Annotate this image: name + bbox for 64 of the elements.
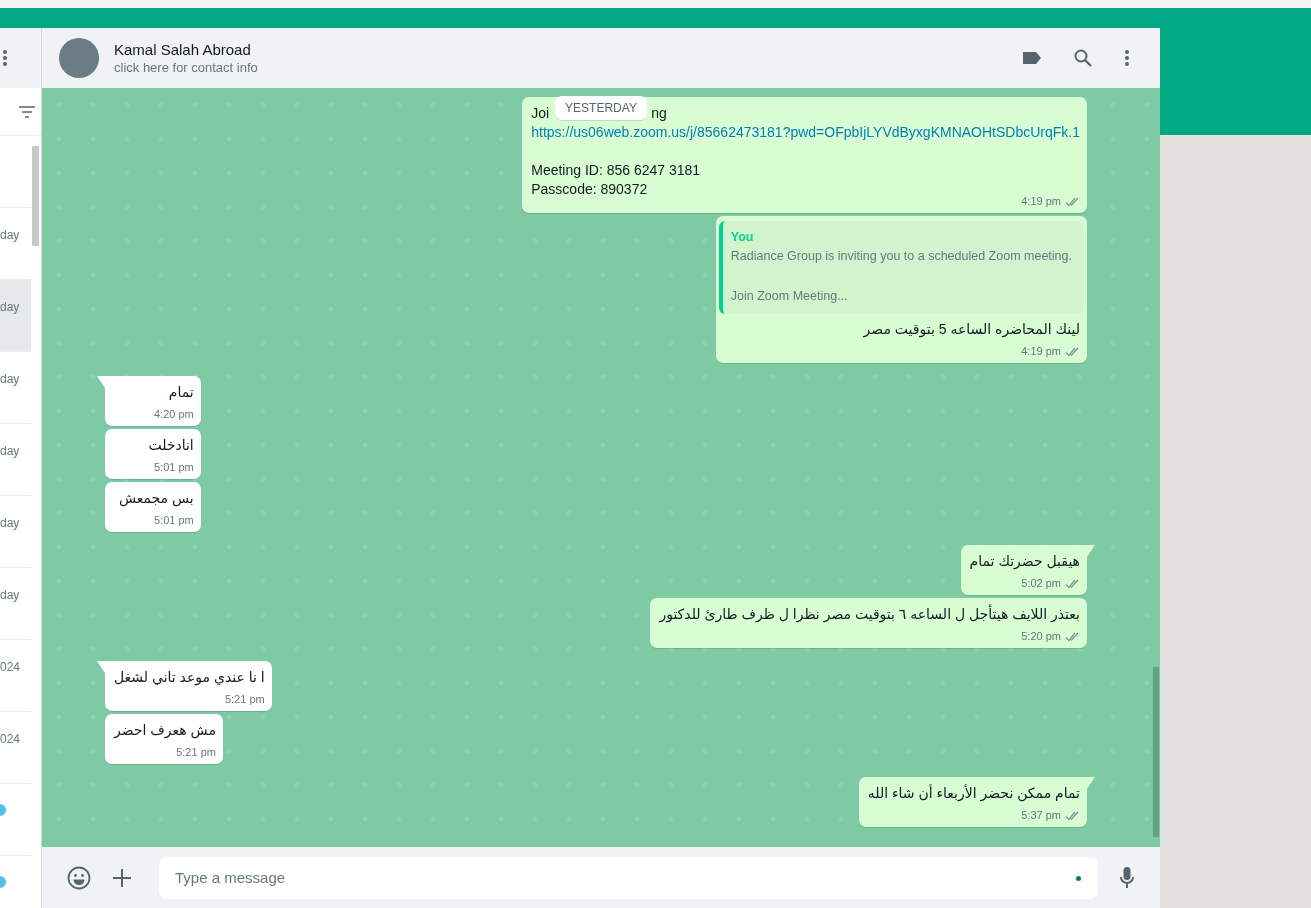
chat-list-item[interactable]: 024 — [0, 640, 31, 712]
chat-time: day — [0, 372, 20, 386]
message-text: بس مجمعش — [118, 490, 194, 506]
chat-time: day — [0, 300, 20, 314]
message-text: لينك المحاضره الساعه 5 بتوقيت مصر — [863, 321, 1080, 337]
menu-icon[interactable] — [1124, 49, 1130, 67]
chat-time: 024 — [0, 660, 21, 674]
avatar-photo-placeholder[interactable] — [59, 38, 99, 78]
message-text: انادخلت — [148, 437, 194, 453]
status-dot-icon — [1076, 875, 1081, 881]
message-time: 5:21 pm — [176, 746, 216, 758]
label-icon[interactable] — [1022, 51, 1042, 65]
filter-icon[interactable] — [19, 105, 35, 118]
bubble-tail — [97, 661, 105, 674]
message-text: Passcode: 890372 — [531, 181, 648, 197]
contact-info-hint[interactable]: click here for contact info — [114, 60, 1007, 75]
chat-list-item[interactable]: day — [0, 280, 31, 352]
message-time: 4:19 pm — [1021, 345, 1061, 357]
message-input[interactable]: Type a message — [159, 856, 1098, 899]
contact-name[interactable]: Kamal Salah Abroad — [114, 41, 1007, 58]
message-text: ا نا عندي موعد تاني لشغل — [114, 669, 265, 685]
quoted-message[interactable]: You Radiance Group is inviting you to a scheduled Zoom meeting. Join Zoom Meeting... — [718, 221, 1084, 314]
message-text: Joi — [531, 105, 550, 121]
message-text: تمام ممكن نحضر الأربعاء أن شاء الله — [867, 785, 1080, 801]
message-text: مش هعرف احضر — [114, 722, 216, 738]
message-time: 5:21 pm — [224, 693, 265, 705]
date-chip: YESTERDAY — [555, 96, 647, 120]
message-time: 5:02 pm — [1021, 577, 1061, 589]
chat-list-item[interactable]: day — [0, 568, 31, 640]
status-icon — [0, 876, 6, 888]
search-icon[interactable] — [1074, 49, 1092, 67]
message-time: 4:19 pm — [1021, 195, 1061, 207]
message-text: هيقبل حضرتك تمام — [969, 553, 1080, 569]
bubble-tail — [97, 376, 105, 389]
quote-author: You — [730, 229, 755, 246]
message-time: 5:20 pm — [1021, 630, 1061, 642]
chat-time: 024 — [0, 732, 21, 746]
message-time: 5:01 pm — [154, 514, 194, 526]
emoji-icon[interactable] — [67, 865, 91, 890]
scrollbar-thumb[interactable] — [1153, 667, 1159, 837]
message-text: تمام — [168, 384, 194, 400]
meeting-link[interactable]: https://us06web.zoom.us/j/85662473181?pwd=OFpbIjLYVdByxgKMNAOHtSDbcUrqFk.1 — [531, 124, 1080, 140]
message-time: 5:37 pm — [1021, 809, 1061, 821]
microphone-icon[interactable] — [1120, 866, 1134, 889]
chat-time: day — [0, 588, 20, 602]
chat-list-item[interactable]: day — [0, 496, 31, 568]
message-time: 4:20 pm — [154, 408, 194, 420]
bubble-tail — [1087, 777, 1095, 790]
chat-time: day — [0, 444, 20, 458]
chat-list-item[interactable]: day — [0, 352, 31, 424]
menu-icon[interactable] — [2, 49, 8, 67]
message-time: 5:01 pm — [154, 461, 194, 473]
chat-time: day — [0, 516, 20, 530]
scrollbar-thumb[interactable] — [32, 146, 39, 246]
chat-list-item[interactable]: day — [0, 424, 31, 496]
chat-time: day — [0, 228, 20, 242]
quote-text: Radiance Group is inviting you to a scheduled Zoom meeting. Join Zoom Meeting... — [730, 248, 1072, 305]
message-text: Meeting ID: 856 6247 3181 — [531, 162, 701, 178]
message-text: ng — [651, 105, 667, 121]
status-icon — [0, 804, 6, 816]
bubble-tail — [1087, 545, 1095, 558]
chat-list-item[interactable]: 024 — [0, 712, 31, 784]
message-text: بعتذر اللايف هيتأجل ل الساعه ٦ بتوقيت مصر نظرا ل ظرف طارئ للدكتور — [659, 606, 1080, 622]
plus-icon[interactable] — [113, 868, 131, 887]
